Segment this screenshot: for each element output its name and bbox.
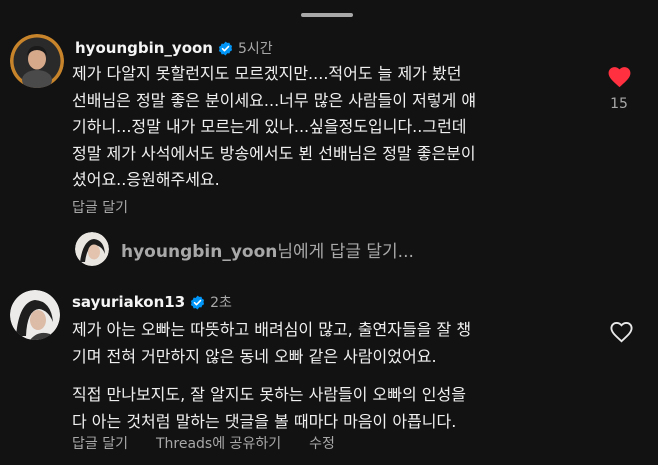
reply-input-row[interactable]: hyoungbin_yoon님에게 답글 달기... xyxy=(75,232,414,266)
like-count: 15 xyxy=(610,96,628,112)
reply-input-suffix: 님에게 답글 달기... xyxy=(277,241,414,262)
comment-text-line: 기하니...정말 내가 모르는게 있나...싶을정도입니다..그런데 xyxy=(72,117,467,136)
username[interactable]: hyoungbin_yoon xyxy=(75,39,213,57)
comment-text: 제가 아는 오빠는 따뜻하고 배려심이 많고, 출연자들을 잘 챙 기며 전혀 … xyxy=(72,317,471,435)
comment-actions: 답글 달기 xyxy=(72,197,156,217)
own-avatar xyxy=(75,232,109,266)
reply-target-username: hyoungbin_yoon xyxy=(121,241,278,262)
heart-filled-icon[interactable] xyxy=(607,65,632,88)
reply-button[interactable]: 답글 달기 xyxy=(72,433,128,453)
reply-input-placeholder[interactable]: hyoungbin_yoon님에게 답글 달기... xyxy=(121,237,414,262)
verified-badge-icon xyxy=(190,295,205,310)
comment-text-line xyxy=(72,370,471,382)
comment-text-line: 셨어요..응원해주세요. xyxy=(72,170,220,189)
comment-actions: 답글 달기 Threads에 공유하기 수정 xyxy=(72,433,363,453)
verified-badge-icon xyxy=(218,41,233,56)
sheet-drag-handle[interactable] xyxy=(301,13,353,17)
comment-text-line: 기며 전혀 거만하지 않은 동네 오빠 같은 사람이었어요. xyxy=(72,346,437,366)
comment-header: hyoungbin_yoon 5시간 xyxy=(75,38,273,58)
heart-outline-icon[interactable] xyxy=(609,320,634,343)
edit-button[interactable]: 수정 xyxy=(309,433,335,453)
username[interactable]: sayuriakon13 xyxy=(72,293,185,311)
commenter-avatar[interactable] xyxy=(10,34,64,88)
comment-text-line: 정말 제가 사석에서도 방송에서도 뵌 선배님은 정말 좋은분이 xyxy=(72,143,476,163)
comment-text: 제가 다알지 못할런지도 모르겠지만....적어도 늘 제가 봤던 선배님은 정… xyxy=(72,61,476,194)
reply-button[interactable]: 답글 달기 xyxy=(72,197,128,217)
comment-header: sayuriakon13 2초 xyxy=(72,292,232,312)
like-control xyxy=(606,320,636,343)
timestamp: 2초 xyxy=(210,295,232,311)
comment-text-line: 다 아는 것처럼 말하는 댓글을 볼 때마다 마음이 아픕니다. xyxy=(72,411,457,431)
comment-text-line: 제가 다알지 못할런지도 모르겠지만....적어도 늘 제가 봤던 xyxy=(72,64,462,83)
commenter-avatar[interactable] xyxy=(10,290,60,340)
comment-text-line: 선배님은 정말 좋은 분이세요...너무 많은 사람들이 저렇게 얘 xyxy=(72,90,477,110)
share-to-threads-button[interactable]: Threads에 공유하기 xyxy=(156,433,281,453)
comment-text-line: 제가 아는 오빠는 따뜻하고 배려심이 많고, 출연자들을 잘 챙 xyxy=(72,320,472,339)
timestamp: 5시간 xyxy=(237,41,273,57)
like-control: 15 xyxy=(604,65,634,112)
comment-text-line: 직접 만나보지도, 잘 알지도 못하는 사람들이 오빠의 인성을 xyxy=(72,385,466,404)
